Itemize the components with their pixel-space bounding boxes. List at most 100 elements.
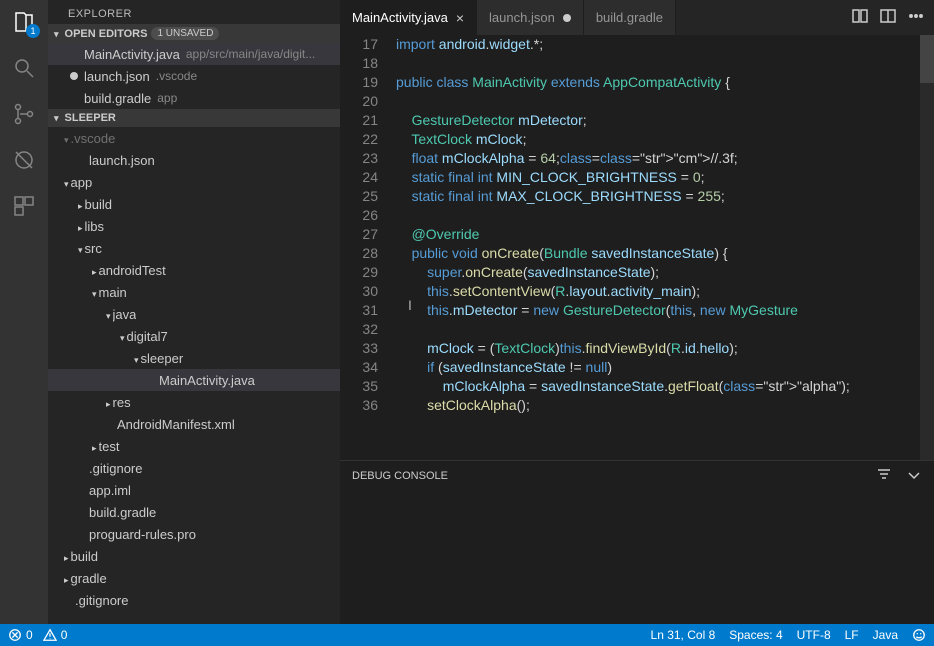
tree-item-label: MainActivity.java	[159, 373, 255, 388]
open-editor-path: app	[157, 91, 177, 105]
open-editor-name: build.gradle	[84, 91, 151, 106]
chevron-down-icon	[54, 28, 61, 40]
open-editor-name: MainActivity.java	[84, 47, 180, 62]
tree-item[interactable]: app	[48, 171, 340, 193]
open-editor-path: .vscode	[156, 69, 197, 83]
status-errors[interactable]: 0	[8, 628, 33, 642]
debug-console-body[interactable]	[340, 491, 934, 624]
tree-item[interactable]: .gitignore	[48, 589, 340, 611]
status-eol[interactable]: LF	[845, 628, 859, 642]
tab-label: launch.json	[489, 10, 555, 25]
open-editors-list: MainActivity.java app/src/main/java/digit…	[48, 43, 340, 109]
code-area[interactable]: import android.widget.*; public class Ma…	[396, 35, 934, 460]
open-editor-name: launch.json	[84, 69, 150, 84]
open-editors-label: OPEN EDITORS	[65, 28, 148, 40]
modified-dot-icon	[70, 72, 78, 80]
extensions-icon[interactable]	[10, 192, 38, 220]
open-editors-header[interactable]: OPEN EDITORS 1 UNSAVED	[48, 24, 340, 43]
status-warnings[interactable]: 0	[43, 628, 68, 642]
explorer-badge: 1	[26, 24, 40, 38]
tree-item[interactable]: AndroidManifest.xml	[48, 413, 340, 435]
tree-item[interactable]: build	[48, 545, 340, 567]
tree-item[interactable]: proguard-rules.pro	[48, 523, 340, 545]
project-label: SLEEPER	[65, 112, 116, 124]
tree-item[interactable]: app.iml	[48, 479, 340, 501]
tree-item-label: proguard-rules.pro	[89, 527, 196, 542]
open-editor-path: app/src/main/java/digit...	[186, 47, 315, 61]
minimap[interactable]	[920, 35, 934, 460]
warning-count: 0	[61, 628, 68, 642]
split-editor-icon[interactable]	[880, 8, 896, 27]
tab-bar: MainActivity.java× launch.json build.gradl…	[340, 0, 934, 35]
tree-item-label: java	[113, 307, 137, 322]
status-language[interactable]: Java	[873, 628, 898, 642]
file-tree: .vscode launch.json app build libs src android…	[48, 127, 340, 646]
filter-icon[interactable]	[876, 467, 892, 486]
tree-item-label: app	[71, 175, 93, 190]
tree-item-label: res	[113, 395, 131, 410]
tree-item[interactable]: java	[48, 303, 340, 325]
close-icon[interactable]: ×	[456, 10, 464, 26]
tree-item[interactable]: res	[48, 391, 340, 413]
editor-tab[interactable]: MainActivity.java×	[340, 0, 477, 35]
tab-label: build.gradle	[596, 10, 663, 25]
tree-item[interactable]: .gitignore	[48, 457, 340, 479]
compare-icon[interactable]	[852, 8, 868, 27]
tree-item-label: AndroidManifest.xml	[117, 417, 235, 432]
open-editor-item[interactable]: launch.json .vscode	[48, 65, 340, 87]
status-encoding[interactable]: UTF-8	[797, 628, 831, 642]
editor-tab[interactable]: launch.json	[477, 0, 584, 35]
status-position[interactable]: Ln 31, Col 8	[651, 628, 716, 642]
minimap-thumb[interactable]	[920, 35, 934, 83]
tree-item[interactable]: MainActivity.java	[48, 369, 340, 391]
feedback-icon[interactable]	[912, 628, 926, 642]
code-editor[interactable]: 1718192021222324252627282930313233343536…	[340, 35, 934, 460]
sidebar: EXPLORER OPEN EDITORS 1 UNSAVED MainActi…	[48, 0, 340, 646]
tree-item[interactable]: main	[48, 281, 340, 303]
tree-item[interactable]: test	[48, 435, 340, 457]
editor-tab[interactable]: build.gradle	[584, 0, 676, 35]
status-spaces[interactable]: Spaces: 4	[729, 628, 782, 642]
project-header[interactable]: SLEEPER	[48, 109, 340, 127]
tree-item[interactable]: launch.json	[48, 149, 340, 171]
tab-actions	[852, 0, 934, 35]
chevron-down-icon	[54, 112, 61, 124]
open-editor-item[interactable]: build.gradle app	[48, 87, 340, 109]
line-gutter: 1718192021222324252627282930313233343536	[340, 35, 396, 460]
tree-item-label: app.iml	[89, 483, 131, 498]
modified-dot-icon	[563, 14, 571, 22]
tree-item[interactable]: androidTest	[48, 259, 340, 281]
tree-item-label: build	[71, 549, 98, 564]
tree-item-label: gradle	[71, 571, 107, 586]
open-editor-item[interactable]: MainActivity.java app/src/main/java/digit…	[48, 43, 340, 65]
tree-item[interactable]: build.gradle	[48, 501, 340, 523]
explorer-icon[interactable]: 1	[10, 8, 38, 36]
tree-item[interactable]: libs	[48, 215, 340, 237]
sidebar-title: EXPLORER	[48, 0, 340, 24]
tree-item[interactable]: src	[48, 237, 340, 259]
tree-item-label: build.gradle	[89, 505, 156, 520]
tree-item-label: src	[85, 241, 102, 256]
tree-item-label: build	[85, 197, 112, 212]
debug-console-label[interactable]: DEBUG CONSOLE	[352, 470, 448, 482]
tree-item[interactable]: .vscode	[48, 127, 340, 149]
more-icon[interactable]	[908, 8, 924, 27]
tree-item[interactable]: build	[48, 193, 340, 215]
error-count: 0	[26, 628, 33, 642]
tree-item-label: test	[99, 439, 120, 454]
tree-item-label: .vscode	[71, 131, 116, 146]
tree-item-label: .gitignore	[89, 461, 142, 476]
tree-item[interactable]: sleeper	[48, 347, 340, 369]
tree-item[interactable]: gradle	[48, 567, 340, 589]
search-icon[interactable]	[10, 54, 38, 82]
chevron-down-icon[interactable]	[906, 467, 922, 486]
tree-item-label: sleeper	[141, 351, 184, 366]
debug-icon[interactable]	[10, 146, 38, 174]
unsaved-badge: 1 UNSAVED	[151, 27, 219, 40]
tree-item-label: launch.json	[89, 153, 155, 168]
source-control-icon[interactable]	[10, 100, 38, 128]
tree-item-label: androidTest	[99, 263, 166, 278]
tree-item[interactable]: digital7	[48, 325, 340, 347]
status-bar: 0 0 Ln 31, Col 8 Spaces: 4 UTF-8 LF Java	[0, 624, 934, 646]
activity-bar: 1	[0, 0, 48, 646]
